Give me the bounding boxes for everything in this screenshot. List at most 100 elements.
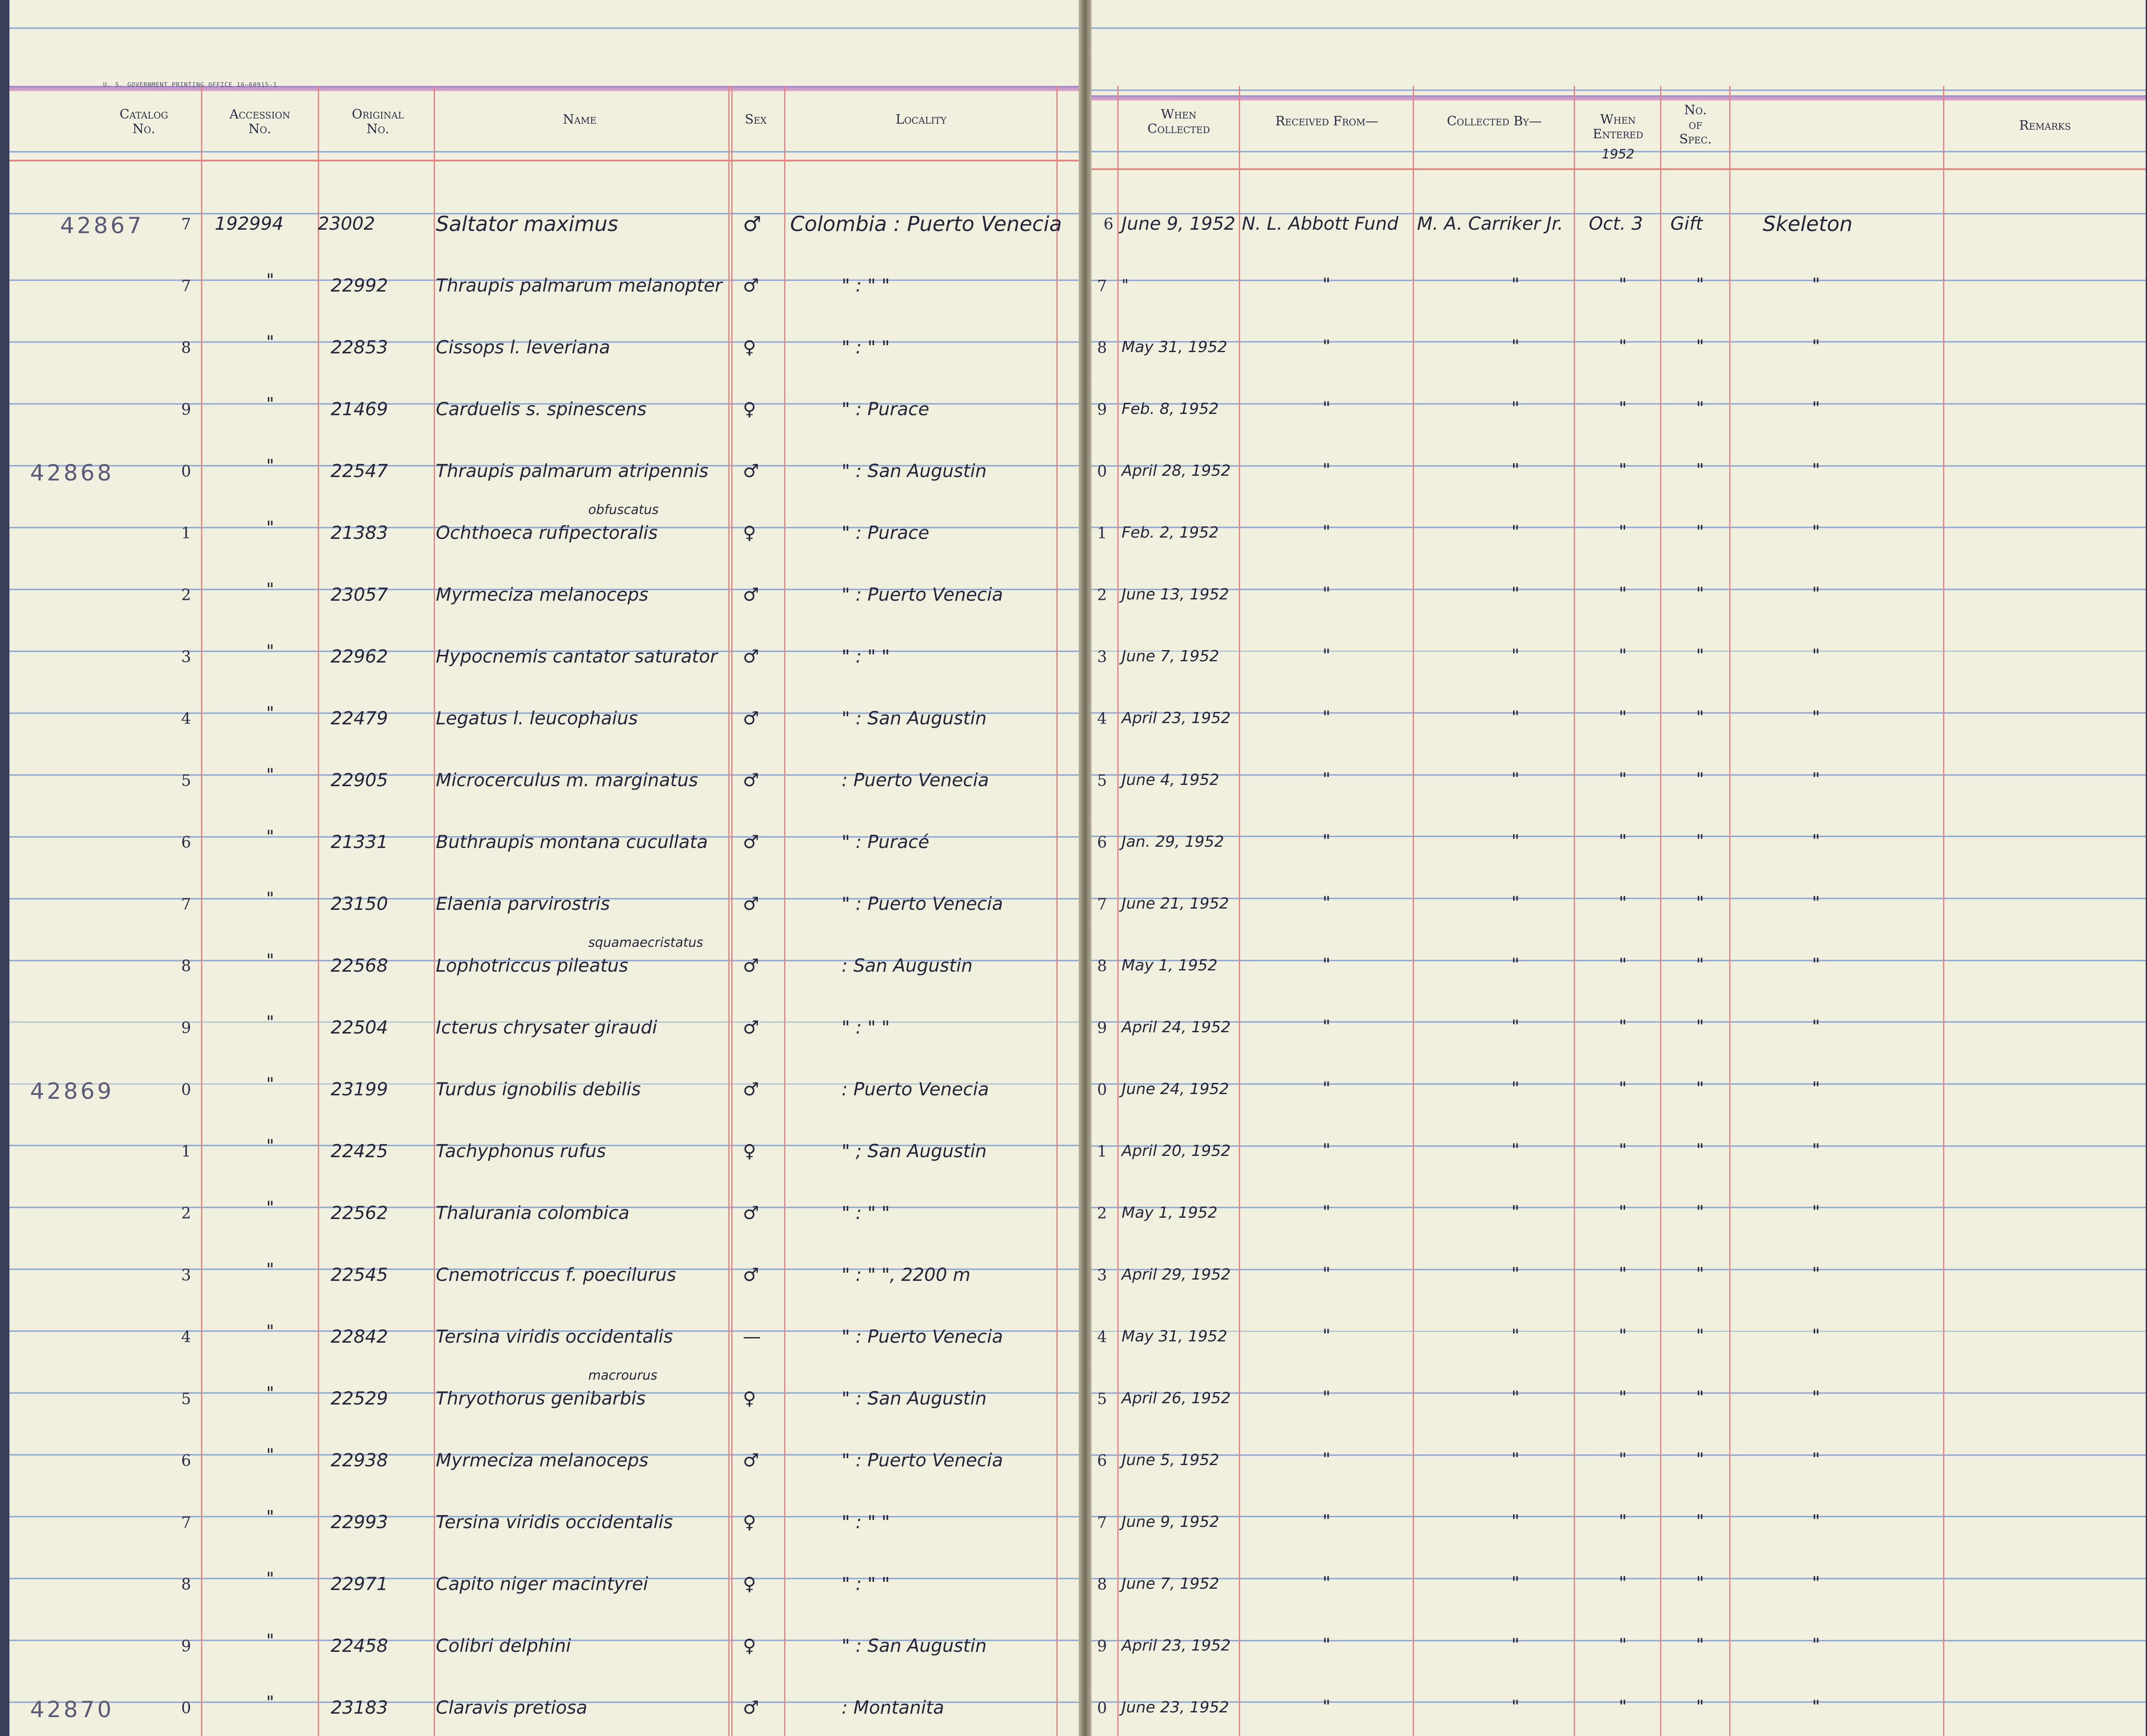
ditto-mark: " bbox=[1511, 1388, 1520, 1408]
ditto-mark: " bbox=[1619, 1017, 1627, 1037]
ditto-mark: " bbox=[1696, 646, 1704, 666]
spec-count: Gift bbox=[1670, 213, 1703, 234]
species-name: Thraupis palmarum atripennis bbox=[436, 460, 709, 481]
ledger-spread: U. S. GOVERNMENT PRINTING OFFICE 16—6091… bbox=[0, 0, 2147, 1736]
received-from: N. L. Abbott Fund bbox=[1242, 213, 1399, 234]
ditto-mark: " bbox=[1323, 1635, 1331, 1655]
ditto-mark: " bbox=[1323, 337, 1331, 356]
ditto-mark: " bbox=[1511, 1450, 1520, 1469]
original-number: 22992 bbox=[331, 275, 388, 296]
ditto-mark: " bbox=[1812, 584, 1820, 604]
right-digit: 8 bbox=[1097, 1576, 1107, 1593]
ditto-mark: " bbox=[266, 580, 274, 599]
when-collected: April 23, 1952 bbox=[1122, 709, 1231, 727]
catalog-digit: 0 bbox=[181, 463, 191, 480]
ditto-mark: " bbox=[266, 1507, 274, 1527]
ditto-mark: " bbox=[1696, 522, 1704, 542]
catalog-digit: 5 bbox=[181, 772, 191, 790]
species-name: Myrmeciza melanoceps bbox=[436, 1450, 648, 1471]
sex: ♀ bbox=[743, 1511, 756, 1532]
ditto-mark: " bbox=[1323, 1697, 1331, 1717]
when-collected: May 1, 1952 bbox=[1122, 957, 1218, 974]
species-name: Claravis pretiosa bbox=[436, 1697, 587, 1718]
original-number: 22547 bbox=[331, 460, 388, 481]
species-name: Myrmeciza melanoceps bbox=[436, 584, 648, 605]
locality: " : San Augustin bbox=[842, 708, 987, 729]
when-collected: June 23, 1952 bbox=[1122, 1699, 1229, 1716]
ditto-mark: " bbox=[1812, 1017, 1820, 1037]
species-name: Lophotriccus pileatus bbox=[436, 955, 629, 976]
ditto-mark: " bbox=[1511, 1140, 1520, 1160]
locality: " : " " bbox=[842, 1017, 890, 1038]
catalog-prefix: 42868 bbox=[30, 460, 114, 486]
right-digit: 8 bbox=[1097, 339, 1107, 357]
original-number: 22842 bbox=[331, 1326, 388, 1347]
original-number: 21383 bbox=[331, 522, 388, 543]
species-name: Carduelis s. spinescens bbox=[436, 398, 647, 420]
ditto-mark: " bbox=[1696, 1573, 1704, 1593]
original-number: 22458 bbox=[331, 1635, 388, 1656]
ditto-mark: " bbox=[1812, 1264, 1820, 1284]
sex: ♀ bbox=[743, 398, 756, 420]
ditto-mark: " bbox=[266, 1445, 274, 1465]
sex: ♀ bbox=[743, 337, 756, 358]
sex: — bbox=[743, 1326, 761, 1347]
when-collected: June 7, 1952 bbox=[1122, 1575, 1219, 1593]
locality: : San Augustin bbox=[842, 955, 973, 976]
locality: Colombia : Puerto Venecia bbox=[790, 212, 1062, 236]
locality: : Puerto Venecia bbox=[842, 1079, 989, 1100]
original-number: 23199 bbox=[331, 1079, 388, 1100]
catalog-digit: 0 bbox=[181, 1081, 191, 1099]
original-number: 22545 bbox=[331, 1264, 388, 1285]
ditto-mark: " bbox=[1696, 275, 1704, 295]
original-number: 22962 bbox=[331, 646, 388, 667]
ditto-mark: " bbox=[1511, 1202, 1520, 1222]
ditto-mark: " bbox=[1511, 1511, 1520, 1531]
ditto-mark: " bbox=[266, 1322, 274, 1341]
rule bbox=[784, 86, 785, 1736]
ditto-mark: " bbox=[1619, 1635, 1627, 1655]
rule bbox=[1056, 86, 1058, 1736]
ditto-mark: " bbox=[1696, 708, 1704, 727]
locality: " : " " bbox=[842, 337, 890, 358]
right-digit: 5 bbox=[1097, 772, 1107, 790]
ditto-mark: " bbox=[1812, 1635, 1820, 1655]
right-digit: 6 bbox=[1097, 1452, 1107, 1470]
catalog-digit: 2 bbox=[181, 587, 191, 604]
catalog-digit: 1 bbox=[181, 525, 191, 542]
catalog-prefix: 42867 bbox=[60, 213, 144, 239]
header-catalog: Catalog No. bbox=[119, 107, 168, 137]
original-number: 22529 bbox=[331, 1388, 388, 1409]
ditto-mark: " bbox=[1323, 275, 1331, 295]
species-name: Cnemotriccus f. poecilurus bbox=[436, 1264, 676, 1285]
when-collected: April 24, 1952 bbox=[1122, 1018, 1231, 1036]
ditto-mark: " bbox=[1812, 955, 1820, 975]
ditto-mark: " bbox=[1511, 1079, 1520, 1098]
when-collected: June 7, 1952 bbox=[1122, 648, 1219, 665]
header-when-collected: When Collected bbox=[1147, 107, 1210, 137]
ditto-mark: " bbox=[1696, 769, 1704, 789]
ditto-mark: " bbox=[1696, 1388, 1704, 1408]
right-page bbox=[1092, 0, 2146, 1736]
ditto-mark: " bbox=[1323, 1079, 1331, 1098]
ditto-mark: " bbox=[1323, 769, 1331, 789]
right-digit: 6 bbox=[1097, 834, 1107, 851]
ditto-mark: " bbox=[1619, 1264, 1627, 1284]
ditto-mark: " bbox=[1619, 646, 1627, 666]
book-edge-left bbox=[0, 0, 9, 1736]
species-name: Tachyphonus rufus bbox=[436, 1140, 606, 1161]
ditto-mark: " bbox=[266, 951, 274, 970]
header-when-entered: When Entered bbox=[1593, 112, 1643, 142]
right-digit: 4 bbox=[1097, 710, 1107, 728]
ditto-mark: " bbox=[1619, 460, 1627, 480]
ditto-mark: " bbox=[1696, 337, 1704, 356]
original-number: 22971 bbox=[331, 1573, 388, 1594]
original-number: 22853 bbox=[331, 337, 388, 358]
right-digit: 1 bbox=[1097, 1143, 1107, 1161]
ditto-mark: " bbox=[1812, 1388, 1820, 1408]
catalog-digit: 5 bbox=[181, 1390, 191, 1408]
ditto-mark: " bbox=[1812, 398, 1820, 418]
ditto-mark: " bbox=[1619, 1388, 1627, 1408]
when-collected: June 5, 1952 bbox=[1122, 1451, 1219, 1469]
ditto-mark: " bbox=[1323, 1326, 1331, 1346]
